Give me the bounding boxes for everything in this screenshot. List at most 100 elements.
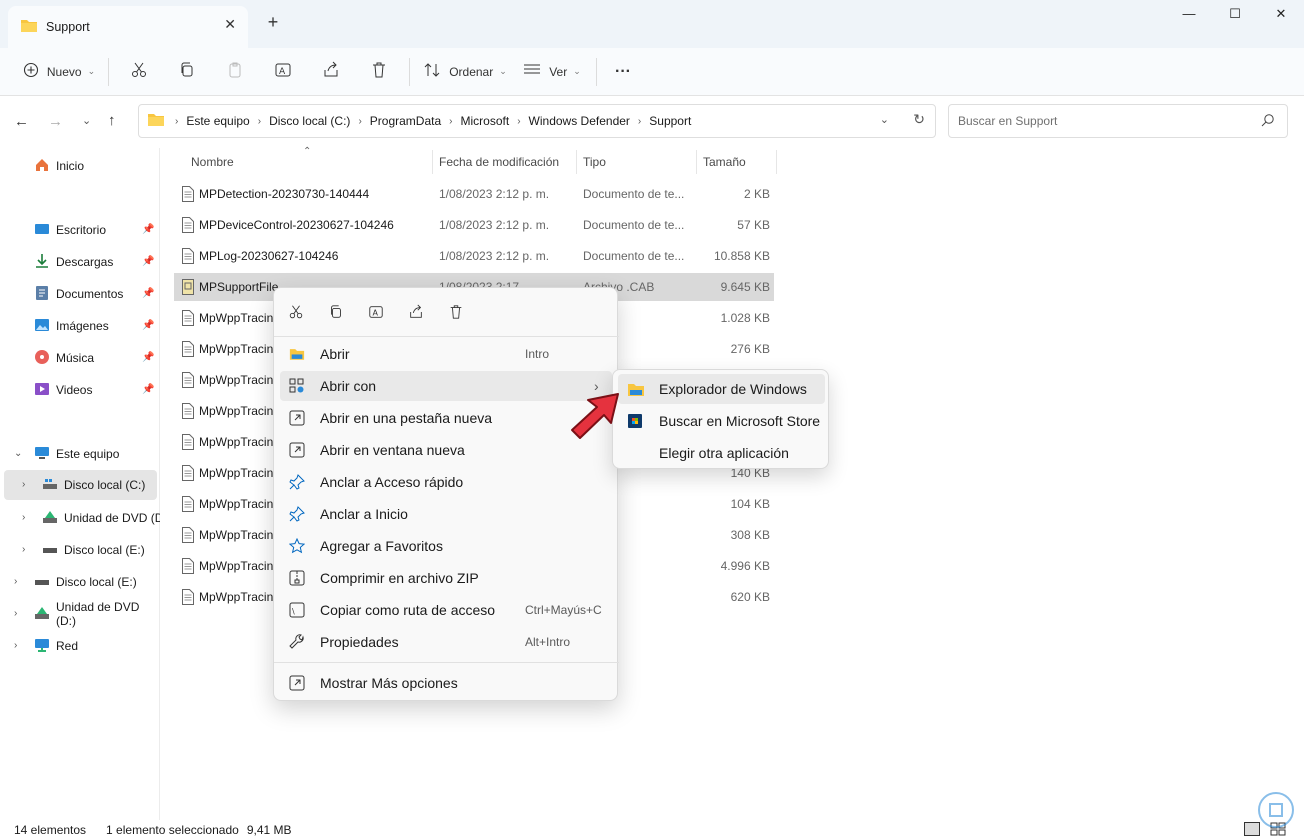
- menu-item-pin-start[interactable]: Anclar a Inicio: [280, 499, 612, 529]
- menu-item-open-new-window[interactable]: Abrir en ventana nueva: [280, 435, 612, 465]
- sidebar-item-drive-e-root[interactable]: Disco local (E:): [34, 568, 137, 596]
- tab-support[interactable]: Support ✕: [8, 6, 248, 48]
- new-button[interactable]: Nuevo ⌄: [16, 54, 102, 90]
- delete-button[interactable]: [355, 54, 403, 90]
- plus-circle-icon: [23, 62, 39, 81]
- submenu-item-microsoft-store[interactable]: Buscar en Microsoft Store: [618, 406, 825, 436]
- copy-button[interactable]: [163, 54, 211, 90]
- cut-icon[interactable]: [284, 300, 308, 324]
- breadcrumb-item[interactable]: Microsoft: [461, 114, 510, 128]
- search-input[interactable]: Buscar en Support: [948, 104, 1288, 138]
- maximize-button[interactable]: ☐: [1212, 6, 1258, 26]
- address-dropdown-icon[interactable]: ⌄: [880, 113, 889, 126]
- forward-arrow-icon[interactable]: →: [48, 113, 63, 130]
- file-date: 1/08/2023 2:12 p. m.: [439, 187, 550, 201]
- table-row[interactable]: MPDetection-20230730-140444 1/08/2023 2:1…: [174, 180, 774, 208]
- table-row[interactable]: MPLog-20230627-104246 1/08/2023 2:12 p. m…: [174, 242, 774, 270]
- file-size: 276 KB: [730, 342, 770, 356]
- breadcrumb-item[interactable]: ProgramData: [370, 114, 441, 128]
- more-options-icon[interactable]: ···: [603, 54, 643, 90]
- sidebar-item-this-pc[interactable]: Este equipo: [34, 440, 119, 468]
- column-header-size[interactable]: Tamaño: [703, 148, 746, 176]
- column-header-modified[interactable]: Fecha de modificación: [439, 148, 559, 176]
- dvd-drive-icon: [34, 606, 50, 623]
- file-name: MpWppTracin: [199, 590, 274, 604]
- close-window-button[interactable]: ✕: [1258, 6, 1304, 26]
- menu-item-compress-zip[interactable]: Comprimir en archivo ZIP: [280, 563, 612, 593]
- rename-icon[interactable]: A: [364, 300, 388, 324]
- share-button[interactable]: [307, 54, 355, 90]
- cabinet-file-icon: [182, 279, 194, 298]
- sidebar-item-music[interactable]: Música: [34, 344, 94, 372]
- pin-icon[interactable]: 📌: [142, 224, 154, 235]
- chevron-right-icon[interactable]: ›: [22, 479, 25, 490]
- back-arrow-icon[interactable]: ←: [14, 113, 29, 130]
- sort-button[interactable]: Ordenar ⌄: [416, 54, 514, 90]
- menu-item-copy-path[interactable]: \ Copiar como ruta de acceso Ctrl+Mayús+…: [280, 595, 612, 625]
- star-icon: [288, 537, 306, 555]
- sidebar-item-downloads[interactable]: Descargas: [34, 248, 113, 276]
- file-name: MpWppTracin: [199, 342, 274, 356]
- submenu-item-windows-explorer[interactable]: Explorador de Windows: [618, 374, 825, 404]
- menu-item-open-new-tab[interactable]: Abrir en una pestaña nueva: [280, 403, 612, 433]
- close-tab-icon[interactable]: ✕: [224, 16, 236, 33]
- sidebar-item-drive-e[interactable]: Disco local (E:): [42, 536, 145, 564]
- sidebar-item-drive-c[interactable]: Disco local (C:): [42, 471, 145, 499]
- sidebar-item-home[interactable]: Inicio: [34, 152, 84, 180]
- chevron-right-icon[interactable]: ›: [14, 608, 17, 619]
- file-date: 1/08/2023 2:12 p. m.: [439, 218, 550, 232]
- trash-icon[interactable]: [444, 300, 468, 324]
- menu-item-open[interactable]: Abrir Intro: [280, 339, 612, 369]
- column-header-name[interactable]: Nombre: [191, 148, 234, 176]
- sidebar-item-videos[interactable]: Videos: [34, 376, 92, 404]
- chevron-right-icon[interactable]: ›: [22, 512, 25, 523]
- chevron-right-icon[interactable]: ›: [14, 576, 17, 587]
- copy-icon[interactable]: [324, 300, 348, 324]
- chevron-right-icon[interactable]: ›: [14, 640, 17, 651]
- menu-item-label: Copiar como ruta de acceso: [320, 602, 496, 618]
- cut-button[interactable]: [115, 54, 163, 90]
- pin-icon[interactable]: 📌: [142, 256, 154, 267]
- pin-icon[interactable]: 📌: [142, 352, 154, 363]
- refresh-icon[interactable]: ↻: [913, 111, 925, 128]
- new-tab-button[interactable]: +: [262, 12, 284, 33]
- menu-item-add-favorites[interactable]: Agregar a Favoritos: [280, 531, 612, 561]
- view-button[interactable]: Ver ⌄: [514, 54, 590, 90]
- up-arrow-icon[interactable]: ↑: [108, 112, 116, 129]
- rename-button[interactable]: A: [259, 54, 307, 90]
- minimize-button[interactable]: —: [1166, 6, 1212, 26]
- sidebar-item-label: Descargas: [56, 255, 114, 269]
- sort-icon: [423, 62, 441, 81]
- home-icon: [34, 157, 50, 176]
- menu-item-pin-quick-access[interactable]: Anclar a Acceso rápido: [280, 467, 612, 497]
- breadcrumb-item[interactable]: Windows Defender: [529, 114, 630, 128]
- menu-item-properties[interactable]: Propiedades Alt+Intro: [280, 627, 612, 657]
- table-row[interactable]: MPDeviceControl-20230627-104246 1/08/2023…: [174, 211, 774, 239]
- share-icon[interactable]: [404, 300, 428, 324]
- chevron-down-icon: ⌄: [499, 66, 507, 76]
- command-bar: Nuevo ⌄ A Ordenar ⌄ Ver ⌄ ···: [0, 48, 1304, 96]
- sidebar-item-pictures[interactable]: Imágenes: [34, 312, 109, 340]
- sidebar-item-dvd-d-root[interactable]: Unidad de DVD (D:): [34, 600, 159, 628]
- sidebar-item-network[interactable]: Red: [34, 632, 78, 660]
- column-header-type[interactable]: Tipo: [583, 148, 606, 176]
- menu-item-open-with[interactable]: Abrir con ›: [280, 371, 612, 401]
- breadcrumb-item[interactable]: Este equipo: [186, 114, 249, 128]
- divider: [596, 57, 597, 86]
- submenu-item-choose-app[interactable]: Elegir otra aplicación: [618, 438, 825, 468]
- address-bar[interactable]: › Este equipo › Disco local (C:) › Program…: [138, 104, 936, 138]
- breadcrumb-item[interactable]: Disco local (C:): [269, 114, 350, 128]
- sidebar-item-documents[interactable]: Documentos: [34, 280, 123, 308]
- breadcrumb-item[interactable]: Support: [649, 114, 691, 128]
- pin-icon[interactable]: 📌: [142, 320, 154, 331]
- sidebar-item-desktop[interactable]: Escritorio: [34, 216, 106, 244]
- expanded-chevron-icon[interactable]: ⌄: [14, 448, 22, 459]
- file-name: MPDetection-20230730-140444: [199, 187, 370, 201]
- paste-button[interactable]: [211, 54, 259, 90]
- chevron-right-icon[interactable]: ›: [22, 544, 25, 555]
- pin-icon[interactable]: 📌: [142, 384, 154, 395]
- menu-item-show-more-options[interactable]: Mostrar Más opciones: [280, 668, 612, 698]
- recent-chevron-icon[interactable]: ⌄: [82, 114, 91, 127]
- pin-icon[interactable]: 📌: [142, 288, 154, 299]
- sidebar-item-dvd-d[interactable]: Unidad de DVD (D:: [42, 504, 160, 532]
